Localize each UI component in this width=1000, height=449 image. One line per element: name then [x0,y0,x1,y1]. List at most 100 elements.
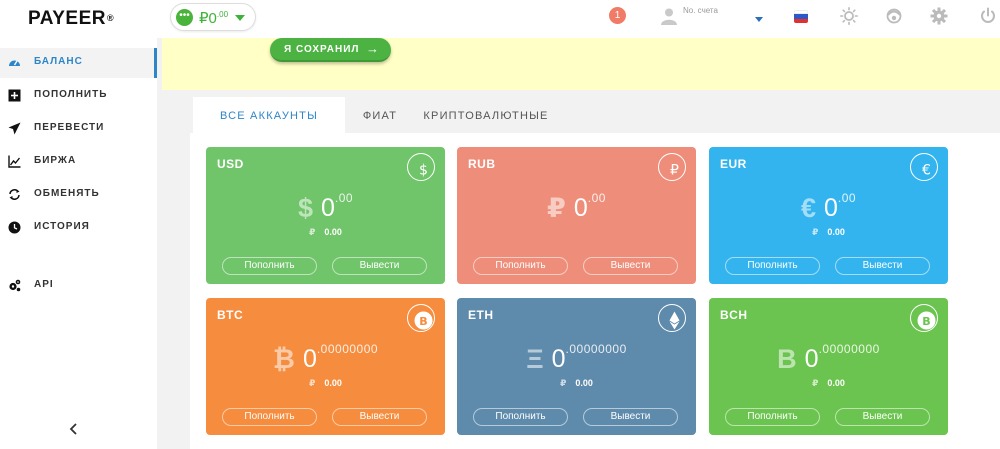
sidebar-item-label: ПОПОЛНИТЬ [34,89,108,100]
account-card-bch[interactable]: BCH B B 0.00000000 ₽0.00 Пополнить Вывести [709,298,948,435]
ethereum-icon [658,304,686,332]
rub-equivalent: ₽0.00 [812,378,845,388]
tab-crypto[interactable]: КРИПТОВАЛЮТНЫЕ [418,97,554,133]
sidebar-item-label: ПЕРЕВЕСТИ [34,122,105,133]
withdraw-button[interactable]: Вывести [835,408,930,426]
account-chevron-down-icon[interactable] [755,17,763,22]
header-balance: ₽0.00 [199,10,229,27]
dollar-icon: $ [407,153,435,181]
balance-fraction: .00000000 [565,342,627,356]
sidebar-item-exchange-market[interactable]: БИРЖА [0,147,157,177]
currency-code: BCH [720,308,748,322]
accounts-panel: ВСЕ АККАУНТЫ ФИАТ КРИПТОВАЛЮТНЫЕ USD $ $0.… [190,97,1000,449]
currency-symbol: $ [297,193,313,223]
withdraw-button[interactable]: Вывести [583,257,678,275]
tab-all-accounts[interactable]: ВСЕ АККАУНТЫ [193,97,345,133]
currency-symbol: ₿ [272,344,295,374]
sidebar-item-transfer[interactable]: ПЕРЕВЕСТИ [0,114,157,144]
deposit-button[interactable]: Пополнить [473,408,568,426]
account-balance: ₽0.00 [457,191,696,224]
withdraw-button[interactable]: Вывести [332,408,427,426]
sidebar-item-balance[interactable]: БАЛАНС [0,48,157,78]
currency-symbol: ₽ [547,193,566,223]
account-balance: Ξ 0.00000000 [457,342,696,375]
rub-equivalent: ₽0.00 [812,227,845,237]
save-notice-banner: Я СОХРАНИЛ → [162,38,1000,90]
balance-fraction: .00000000 [316,342,379,356]
i-saved-button-label: Я СОХРАНИЛ [284,44,360,55]
currency-symbol: B [777,344,797,374]
exchange-icon [9,189,20,200]
currency-symbol: Ξ [526,344,544,374]
account-card-rub[interactable]: RUB ₽ ₽0.00 Пополнить Вывести [457,147,696,284]
top-header: PAYEER® ••• ₽0.00 1 No. счета [0,0,1000,38]
sidebar-item-history[interactable]: ИСТОРИЯ [0,213,157,243]
sidebar-item-label: БИРЖА [34,155,77,166]
balance-amount: 0 [320,194,335,222]
russian-flag-icon[interactable] [794,10,808,23]
plus-square-icon [8,89,21,102]
account-card-btc[interactable]: BTC B ₿ 0.00000000 ₽0.00 Пополнить Вывести [206,298,445,435]
i-saved-button[interactable]: Я СОХРАНИЛ → [270,38,391,62]
account-number-label[interactable]: No. счета [683,6,718,15]
svg-text:B: B [922,315,930,328]
balance-amount: 0 [551,345,566,373]
settings-gear-icon[interactable] [930,7,948,25]
balance-fraction: .00 [837,191,857,205]
currency-code: BTC [217,308,244,322]
deposit-button[interactable]: Пополнить [473,257,568,275]
balance-amount: 0 [823,194,838,222]
deposit-button[interactable]: Пополнить [222,408,317,426]
sidebar-item-label: ИСТОРИЯ [34,221,90,232]
deposit-button[interactable]: Пополнить [725,257,820,275]
withdraw-button[interactable]: Вывести [583,408,678,426]
account-card-eth[interactable]: ETH Ξ 0.00000000 ₽0.00 Пополнить Вывести [457,298,696,435]
rub-equivalent: ₽0.00 [309,227,342,237]
collapse-sidebar-chevron-left-icon[interactable] [68,422,80,436]
deposit-button[interactable]: Пополнить [725,408,820,426]
currency-code: EUR [720,157,747,171]
balance-fraction: .00 [587,191,606,205]
account-card-eur[interactable]: EUR € €0.00 ₽0.00 Пополнить Вывести [709,147,948,284]
svg-text:B: B [419,315,427,328]
logo-registered-mark: ® [106,13,115,23]
account-balance: B 0.00000000 [709,342,948,375]
deposit-button[interactable]: Пополнить [222,257,317,275]
account-balance: ₿ 0.00000000 [206,342,445,375]
sidebar-item-label: БАЛАНС [34,56,83,67]
payeer-logo[interactable]: PAYEER® [28,8,114,30]
currency-code: USD [217,157,244,171]
bitcoin-icon: B [407,304,435,332]
paper-plane-icon [8,122,21,135]
tab-fiat[interactable]: ФИАТ [350,97,410,133]
sidebar: БАЛАНС ПОПОЛНИТЬ ПЕРЕВЕСТИ БИРЖА ОБМЕНЯТ… [0,38,157,449]
withdraw-button[interactable]: Вывести [835,257,930,275]
balance-fraction: .00000000 [818,342,880,356]
notifications-badge[interactable]: 1 [609,7,626,24]
logout-power-icon[interactable] [979,7,997,25]
theme-sun-icon[interactable] [840,7,858,25]
sidebar-item-swap[interactable]: ОБМЕНЯТЬ [0,180,157,210]
user-avatar-icon[interactable] [660,7,678,25]
currency-code: ETH [468,308,494,322]
speedometer-icon [9,60,20,66]
rub-equivalent: ₽0.00 [309,378,342,388]
withdraw-button[interactable]: Вывести [332,257,427,275]
arrow-right-icon: → [366,41,380,56]
sidebar-item-label: ОБМЕНЯТЬ [34,188,100,199]
balance-amount: 0 [302,345,317,373]
logo-text: PAYEER [28,8,106,29]
balance-dropdown[interactable]: ••• ₽0.00 [170,3,256,31]
sidebar-item-deposit[interactable]: ПОПОЛНИТЬ [0,81,157,111]
currency-code: RUB [468,157,496,171]
support-agent-icon[interactable] [885,7,903,25]
more-dots-icon: ••• [176,9,193,26]
account-card-usd[interactable]: USD $ $0.00 ₽0.00 Пополнить Вывести [206,147,445,284]
chevron-down-icon [235,15,245,21]
euro-icon: € [910,153,938,181]
account-balance: €0.00 [709,191,948,224]
sidebar-item-api[interactable]: API [0,271,157,301]
balance-amount: 0 [804,345,819,373]
account-balance: $0.00 [206,191,445,224]
sidebar-item-label: API [34,279,54,290]
